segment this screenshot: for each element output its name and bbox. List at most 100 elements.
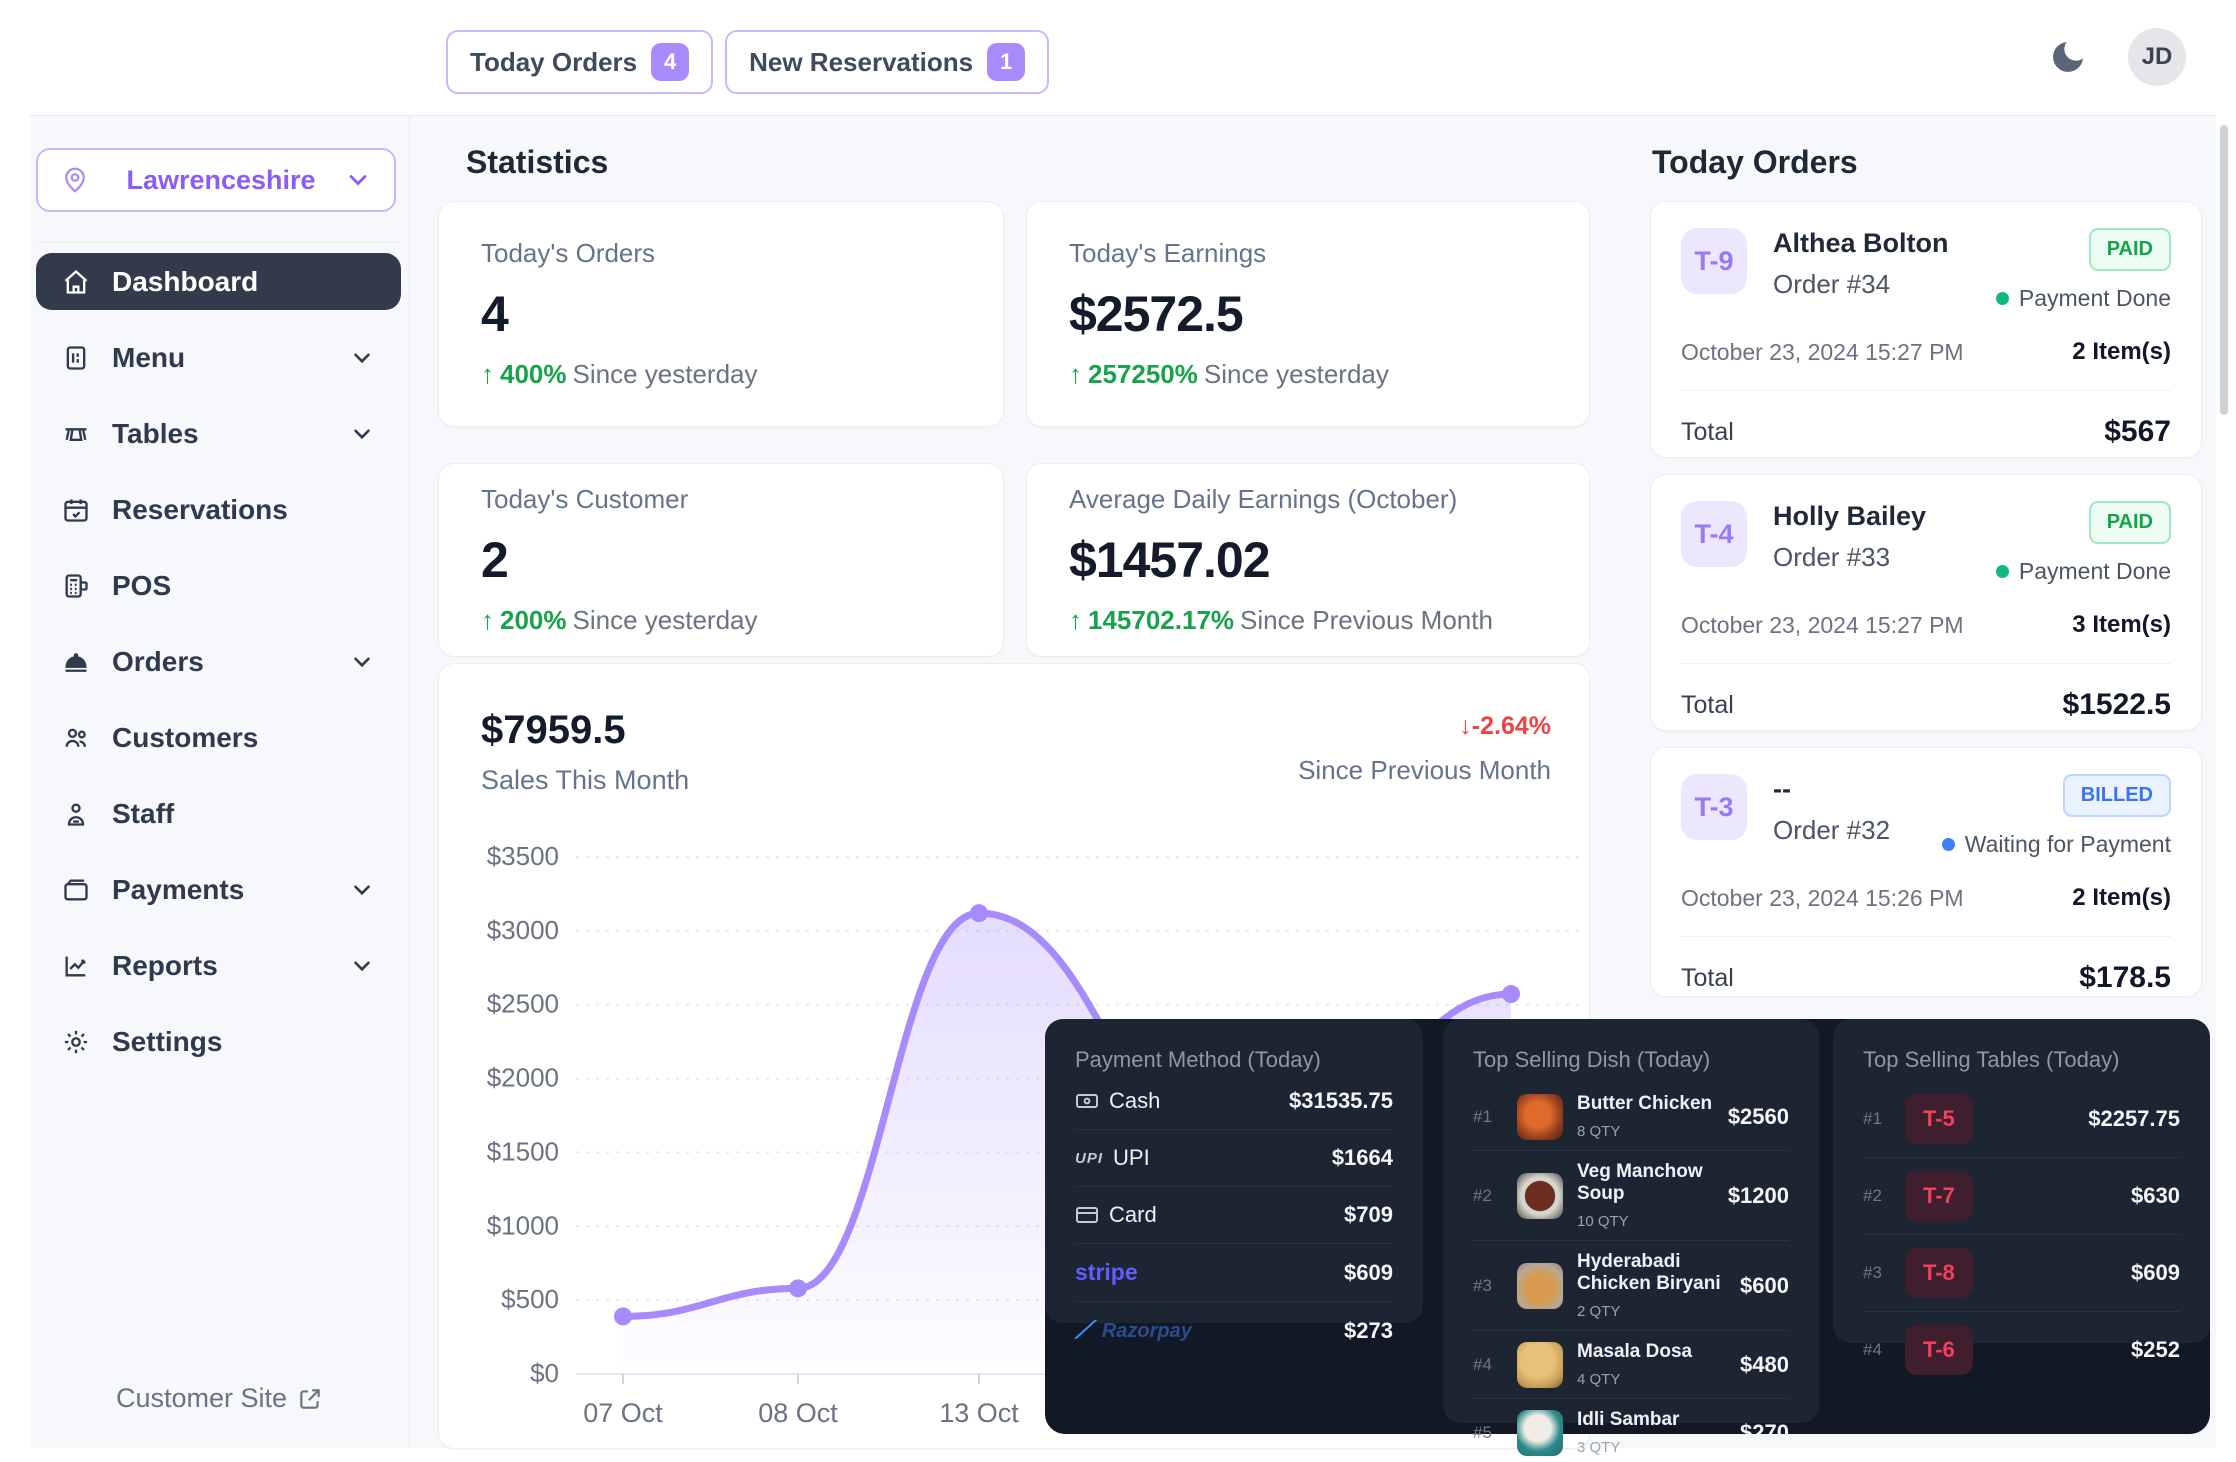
dish-qty: 3 QTY [1577,1439,1726,1456]
sales-delta-block: ↓-2.64% Since Previous Month [1298,712,1551,786]
customer-name: -- [1773,774,1890,805]
payment-method-panel: Payment Method (Today) Cash $31535.75 UP… [1045,1019,1423,1323]
sidebar-item-label: Payments [112,874,327,906]
divider [1681,663,2171,664]
sidebar-item-label: POS [112,570,375,602]
stat-delta-pct: 200% [500,605,567,636]
order-number: Order #32 [1773,815,1890,846]
topbar-right: JD [2048,28,2186,86]
dish-photo [1517,1173,1563,1219]
sidebar: Lawrenceshire Dashboard Menu T [30,116,410,1448]
payment-method-amount: $609 [1344,1260,1393,1286]
new-reservations-button[interactable]: New Reservations 1 [725,30,1049,94]
sidebar-item-menu[interactable]: Menu [36,329,401,386]
table-row: #3 T-8 $609 [1863,1235,2180,1312]
new-reservations-button-label: New Reservations [749,47,973,78]
arrow-up-icon: ↑ [1069,605,1082,636]
stat-label: Today's Customer [481,484,961,515]
stat-delta-note: Since Previous Month [1240,605,1493,636]
dish-row: #1 Butter Chicken8 QTY $2560 [1473,1083,1789,1151]
gear-icon [62,1028,90,1056]
sidebar-item-pos[interactable]: POS [36,557,401,614]
stat-delta-pct: 257250% [1088,359,1198,390]
dish-name: Veg Manchow Soup [1577,1161,1714,1205]
table-row: #2 T-7 $630 [1863,1158,2180,1235]
stat-delta: ↑ 400% Since yesterday [481,359,961,390]
sidebar-item-label: Menu [112,342,327,374]
dish-qty: 10 QTY [1577,1213,1714,1230]
stat-value: $1457.02 [1069,531,1547,589]
order-card[interactable]: T-9 Althea Bolton Order #34 PAID Payment… [1650,201,2202,458]
location-name: Lawrenceshire [98,165,344,196]
status-badge: PAID [2089,228,2171,271]
new-reservations-count-badge: 1 [987,43,1025,81]
table-amount: $630 [2131,1183,2180,1209]
sidebar-item-label: Settings [112,1026,375,1058]
order-date: October 23, 2024 15:27 PM [1681,612,1964,639]
table-chip: T-5 [1905,1094,1973,1144]
dish-qty: 2 QTY [1577,1303,1726,1320]
sidebar-item-staff[interactable]: Staff [36,785,401,842]
dish-photo [1517,1410,1563,1456]
table-row: #1 T-5 $2257.75 [1863,1081,2180,1158]
order-card[interactable]: T-4 Holly Bailey Order #33 PAID Payment … [1650,474,2202,731]
sidebar-item-label: Reservations [112,494,375,526]
table-amount: $609 [2131,1260,2180,1286]
sidebar-item-customers[interactable]: Customers [36,709,401,766]
table-chip: T-3 [1681,774,1747,840]
total-label: Total [1681,691,1734,720]
svg-text:08 Oct: 08 Oct [758,1398,838,1428]
sidebar-item-payments[interactable]: Payments [36,861,401,918]
pos-terminal-icon [62,572,90,600]
sidebar-item-settings[interactable]: Settings [36,1013,401,1070]
stat-card-todays-orders: Today's Orders 4 ↑ 400% Since yesterday [438,201,1004,427]
arrow-down-icon: ↓ [1459,712,1472,740]
sidebar-item-tables[interactable]: Tables [36,405,401,462]
order-total: $178.5 [2079,961,2171,995]
sidebar-item-label: Tables [112,418,327,450]
customer-site-link[interactable]: Customer Site [116,1383,323,1414]
rank-label: #2 [1863,1186,1893,1206]
sidebar-item-label: Customers [112,722,375,754]
rank-label: #4 [1473,1355,1503,1375]
top-selling-tables-title: Top Selling Tables (Today) [1863,1047,2180,1073]
dish-amount: $600 [1740,1273,1789,1299]
dark-mode-toggle[interactable] [2048,35,2092,79]
dish-amount: $1200 [1728,1183,1789,1209]
stat-label: Today's Orders [481,238,961,269]
external-link-icon [297,1386,323,1412]
stat-delta: ↑ 145702.17% Since Previous Month [1069,605,1547,636]
order-date: October 23, 2024 15:27 PM [1681,339,1964,366]
divider [1681,936,2171,937]
payment-status: Payment Done [1996,285,2171,312]
payment-method-name: Card [1109,1202,1157,1228]
order-items-count: 3 Item(s) [2072,611,2171,639]
scrollbar[interactable] [2220,125,2228,415]
stat-delta-note: Since yesterday [1204,359,1389,390]
banknote-icon [1075,1089,1099,1113]
sales-delta-note: Since Previous Month [1298,755,1551,786]
top-selling-dish-title: Top Selling Dish (Today) [1473,1047,1789,1073]
dish-qty: 8 QTY [1577,1123,1714,1140]
payment-method-row: UPI UPI $1664 [1075,1130,1393,1187]
wallet-icon [62,876,90,904]
stat-label: Today's Earnings [1069,238,1547,269]
payment-method-name: Cash [1109,1088,1160,1114]
avatar[interactable]: JD [2128,28,2186,86]
topbar-quick-buttons: Today Orders 4 New Reservations 1 [446,30,1049,94]
sidebar-item-orders[interactable]: Orders [36,633,401,690]
dish-amount: $2560 [1728,1104,1789,1130]
razorpay-logo-mark: ⟋ [1075,1317,1092,1345]
status-dot [1996,292,2009,305]
arrow-up-icon: ↑ [481,359,494,390]
sidebar-item-dashboard[interactable]: Dashboard [36,253,401,310]
sidebar-item-reservations[interactable]: Reservations [36,481,401,538]
rank-label: #3 [1863,1263,1893,1283]
location-selector[interactable]: Lawrenceshire [36,148,396,212]
svg-text:$0: $0 [530,1358,559,1388]
rank-label: #1 [1473,1107,1503,1127]
order-card[interactable]: T-3 -- Order #32 BILLED Waiting for Paym… [1650,747,2202,997]
today-orders-button[interactable]: Today Orders 4 [446,30,713,94]
sidebar-item-reports[interactable]: Reports [36,937,401,994]
order-items-count: 2 Item(s) [2072,338,2171,366]
